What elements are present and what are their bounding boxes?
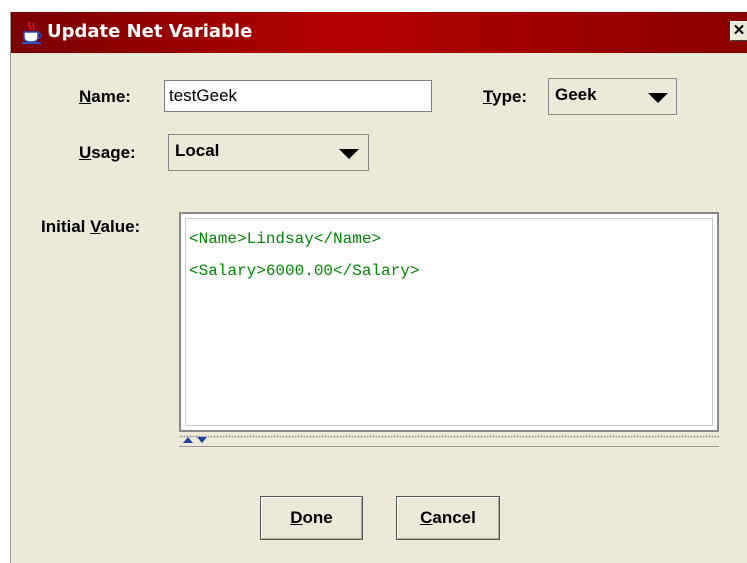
expand-up-icon[interactable] (183, 437, 193, 443)
window-title: Update Net Variable (47, 21, 253, 42)
name-label: Name: (79, 87, 131, 106)
split-arrows (183, 437, 207, 443)
divider-line (179, 446, 719, 447)
textarea-line: <Name>Lindsay</Name> (189, 230, 382, 248)
update-net-variable-dialog: Update Net Variable ✕ Name: testGeek Typ… (10, 12, 747, 563)
type-label: Type: (483, 87, 528, 106)
split-pane-divider[interactable] (179, 434, 719, 444)
cancel-button[interactable]: Cancel (396, 496, 500, 540)
textarea-line: <Salary>6000.00</Salary> (189, 262, 420, 280)
initial-value-label: Initial Value: (41, 217, 141, 236)
usage-select[interactable]: Local (168, 134, 369, 171)
title-bar[interactable]: Update Net Variable ✕ (11, 12, 747, 53)
usage-label: Usage: (79, 143, 136, 162)
close-button[interactable]: ✕ (730, 21, 747, 41)
textarea-inner (185, 218, 713, 426)
initial-value-textarea[interactable]: <Name>Lindsay</Name> <Salary>6000.00</Sa… (179, 212, 719, 432)
chevron-down-icon[interactable] (648, 93, 668, 103)
type-select-value: Geek (555, 85, 597, 104)
chevron-down-icon[interactable] (339, 149, 359, 159)
close-icon: ✕ (732, 22, 746, 39)
java-cup-icon (22, 21, 42, 44)
collapse-down-icon[interactable] (197, 437, 207, 443)
usage-select-value: Local (175, 141, 220, 160)
type-select[interactable]: Geek (548, 78, 677, 115)
name-input[interactable]: testGeek (164, 80, 432, 112)
done-button[interactable]: Done (260, 496, 363, 540)
